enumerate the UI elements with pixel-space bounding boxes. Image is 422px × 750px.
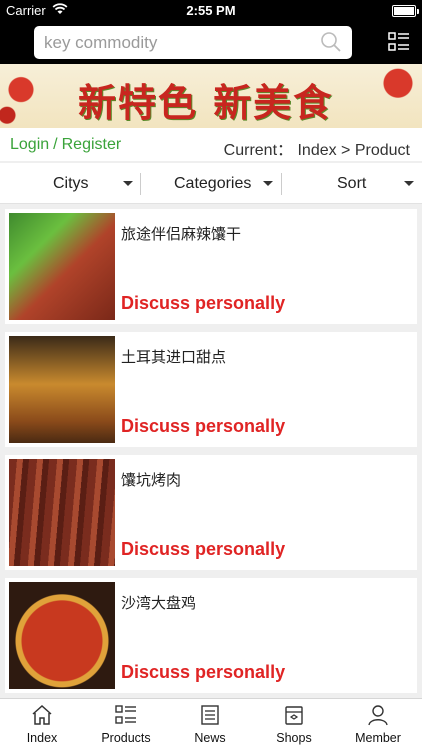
auth-separator: /: [53, 136, 58, 153]
login-link[interactable]: Login: [10, 136, 49, 153]
category-filter-label: Categories: [174, 175, 252, 192]
newspaper-icon: [201, 705, 219, 725]
tab-label: News: [194, 731, 226, 745]
city-filter-label: Citys: [53, 175, 89, 192]
sort-filter[interactable]: Sort: [282, 163, 422, 204]
product-image[interactable]: [9, 213, 115, 320]
shop-icon: [285, 706, 303, 725]
search-icon[interactable]: [320, 31, 342, 53]
search-input[interactable]: [34, 26, 304, 59]
person-icon: [368, 705, 388, 726]
product-price: Discuss personally: [121, 662, 286, 682]
lantern-decoration: [0, 64, 70, 128]
product-image[interactable]: [9, 582, 115, 689]
home-icon: [32, 704, 52, 725]
tab-label: Products: [101, 731, 151, 745]
tab-index[interactable]: Index: [0, 699, 84, 750]
product-image[interactable]: [9, 459, 115, 566]
product-item[interactable]: 馕坑烤肉 Discuss personally: [5, 455, 417, 570]
product-name[interactable]: 馕坑烤肉: [121, 469, 181, 490]
tab-shops[interactable]: Shops: [252, 699, 336, 750]
product-image[interactable]: [9, 336, 115, 443]
product-item[interactable]: 土耳其进口甜点 Discuss personally: [5, 332, 417, 447]
category-filter[interactable]: Categories: [141, 163, 282, 204]
city-filter[interactable]: Citys: [0, 163, 141, 204]
register-link[interactable]: Register: [62, 136, 122, 153]
dropdown-caret-icon: [263, 181, 273, 186]
promo-banner[interactable]: 新特色 新美食: [0, 64, 422, 128]
tab-news[interactable]: News: [168, 699, 252, 750]
bottom-tab-bar: Index Products News Shops Member: [0, 698, 422, 750]
product-name[interactable]: 土耳其进口甜点: [121, 346, 226, 367]
tab-label: Shops: [276, 731, 312, 745]
sort-filter-label: Sort: [337, 175, 367, 192]
status-bar: Carrier 2:55 PM: [0, 0, 422, 22]
lantern-decoration: [362, 64, 422, 128]
auth-links: Login / Register: [10, 136, 121, 154]
product-price: Discuss personally: [121, 416, 286, 436]
product-name[interactable]: 旅途伴侣麻辣馕干: [121, 223, 241, 244]
breadcrumb: Current： Index > Product: [223, 142, 410, 159]
filter-bar: Citys Categories Sort: [0, 163, 422, 204]
grid-menu-icon[interactable]: [388, 31, 410, 53]
dropdown-caret-icon: [404, 181, 414, 186]
product-name[interactable]: 沙湾大盘鸡: [121, 592, 196, 613]
clock: 2:55 PM: [186, 3, 236, 18]
tab-label: Member: [355, 731, 401, 745]
tab-member[interactable]: Member: [336, 699, 420, 750]
tab-label: Index: [26, 731, 58, 745]
product-price: Discuss personally: [121, 539, 286, 559]
search-header: [0, 22, 422, 64]
product-item[interactable]: 旅途伴侣麻辣馕干 Discuss personally: [5, 209, 417, 324]
dropdown-caret-icon: [123, 181, 133, 186]
tab-products[interactable]: Products: [84, 699, 168, 750]
battery-icon: [392, 5, 419, 17]
account-bar: Login / Register Current： Index > Product: [0, 128, 422, 161]
product-price: Discuss personally: [121, 293, 286, 313]
list-icon: [115, 705, 136, 724]
product-item[interactable]: 沙湾大盘鸡 Discuss personally: [5, 578, 417, 693]
banner-slogan: 新特色 新美食: [78, 80, 334, 125]
search-box[interactable]: [34, 26, 352, 59]
